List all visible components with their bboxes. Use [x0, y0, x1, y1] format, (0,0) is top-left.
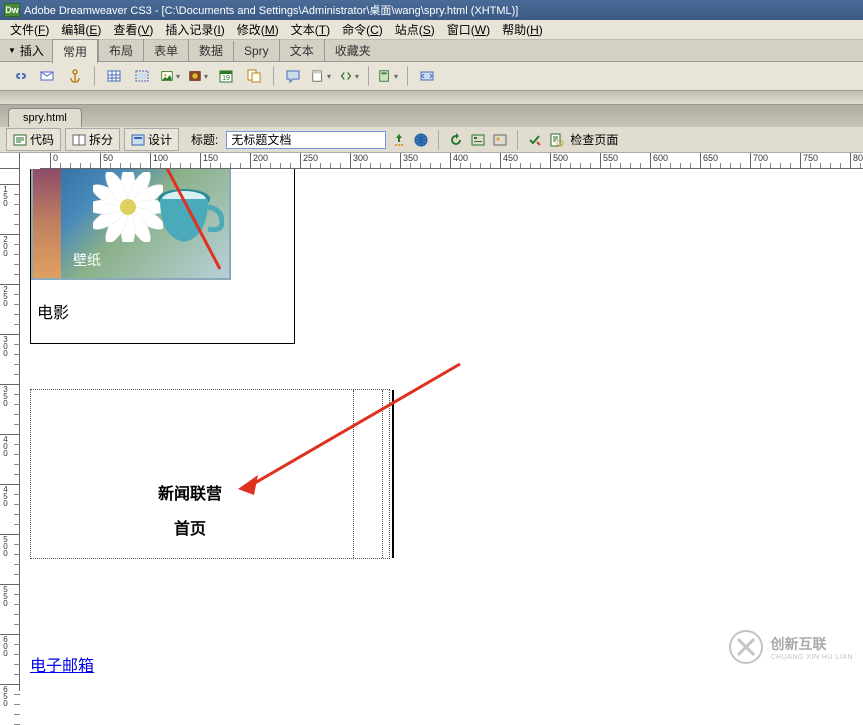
design-icon — [131, 133, 145, 147]
panel-text-link[interactable]: 首页 — [174, 515, 206, 539]
div-icon[interactable] — [131, 65, 153, 87]
document-tab[interactable]: spry.html — [8, 108, 82, 127]
menu-item-h[interactable]: 帮助(H) — [496, 21, 549, 38]
watermark: 创新互联 CHUANG XIN HU LIAN — [728, 629, 853, 665]
tag-chooser-icon[interactable] — [416, 65, 438, 87]
code-view-label: 代码 — [30, 131, 54, 148]
image-icon[interactable] — [159, 65, 181, 87]
visual-aids-icon[interactable] — [491, 131, 509, 149]
server-include-icon[interactable] — [243, 65, 265, 87]
menu-bar: 文件(F)编辑(E)查看(V)插入记录(I)修改(M)文本(T)命令(C)站点(… — [0, 20, 863, 40]
watermark-text: 创新互联 — [770, 634, 853, 654]
insert-tab-4[interactable]: Spry — [233, 41, 279, 61]
globe-icon[interactable] — [412, 131, 430, 149]
image-label: 壁纸 — [73, 250, 101, 270]
menu-item-t[interactable]: 文本(T) — [285, 21, 336, 38]
panel-text-heading[interactable]: 新闻联营 — [158, 480, 222, 504]
toolbar-separator — [517, 130, 518, 150]
insert-tab-0[interactable]: 常用 — [52, 39, 98, 64]
title-input[interactable] — [226, 131, 386, 149]
date-icon[interactable]: 19 — [215, 65, 237, 87]
validate-icon[interactable] — [526, 131, 544, 149]
code-view-button[interactable]: 代码 — [6, 128, 61, 151]
check-page-icon[interactable] — [548, 131, 566, 149]
canvas-row: 150200250300350400450500550600650 — [0, 169, 863, 691]
email-link[interactable]: 电子邮箱 — [30, 652, 94, 676]
check-page-label[interactable]: 检查页面 — [570, 131, 618, 148]
panel-edge — [392, 390, 394, 558]
title-label: 标题: — [191, 131, 218, 148]
watermark-subtext: CHUANG XIN HU LIAN — [770, 654, 853, 661]
comment-icon[interactable] — [282, 65, 304, 87]
title-text: Adobe Dreamweaver CS3 - [C:\Documents an… — [24, 2, 518, 18]
insert-tab-1[interactable]: 布局 — [98, 39, 143, 62]
menu-item-m[interactable]: 修改(M) — [231, 21, 285, 38]
insert-tabs-row: 插入 常用布局表单数据Spry文本收藏夹 — [0, 40, 863, 62]
code-icon — [13, 133, 27, 147]
watermark-logo-icon — [728, 629, 764, 665]
design-canvas[interactable]: 壁纸 电影 新闻联营 首页 电子邮箱 — [20, 169, 863, 691]
script-icon[interactable] — [338, 65, 360, 87]
menu-item-e[interactable]: 编辑(E) — [55, 21, 107, 38]
app-logo: Dw — [4, 3, 20, 17]
split-view-button[interactable]: 拆分 — [65, 128, 120, 151]
insert-tab-3[interactable]: 数据 — [188, 39, 233, 62]
insert-panel: 插入 常用布局表单数据Spry文本收藏夹 19 — [0, 40, 863, 91]
refresh-icon[interactable] — [447, 131, 465, 149]
anchor-icon[interactable] — [64, 65, 86, 87]
view-toolbar: 代码 拆分 设计 标题: 检查页面 — [0, 127, 863, 153]
menu-item-c[interactable]: 命令(C) — [336, 21, 389, 38]
icon-separator — [94, 66, 95, 86]
menu-item-i[interactable]: 插入记录(I) — [159, 21, 230, 38]
image-thumbnail[interactable]: 壁纸 — [31, 169, 231, 280]
icon-separator — [273, 66, 274, 86]
ruler-corner — [0, 153, 20, 169]
sunset-strip — [33, 169, 61, 278]
insert-toggle[interactable]: 插入 — [0, 40, 52, 61]
menu-item-w[interactable]: 窗口(W) — [441, 21, 496, 38]
cup-graphic — [154, 187, 224, 252]
insert-icons-row: 19 — [0, 62, 863, 90]
panel-divider — [382, 390, 383, 558]
icon-separator — [407, 66, 408, 86]
menu-item-v[interactable]: 查看(V) — [107, 21, 159, 38]
spacer-area — [0, 91, 863, 105]
view-options-icon[interactable] — [469, 131, 487, 149]
design-view-label: 设计 — [148, 131, 172, 148]
panel-top[interactable]: 壁纸 电影 — [30, 169, 295, 344]
design-view-button[interactable]: 设计 — [124, 128, 179, 151]
insert-tab-6[interactable]: 收藏夹 — [324, 39, 381, 62]
panel-bottom[interactable]: 新闻联营 首页 — [30, 389, 390, 559]
split-icon — [72, 133, 86, 147]
horizontal-ruler: 0501001502002503003504004505005506006507… — [40, 153, 863, 169]
document-tabs: spry.html — [0, 105, 863, 127]
head-icon[interactable] — [310, 65, 332, 87]
upload-icon[interactable] — [390, 131, 408, 149]
flower-graphic — [93, 172, 163, 242]
vertical-ruler: 150200250300350400450500550600650 — [0, 169, 20, 691]
menu-item-f[interactable]: 文件(F) — [4, 21, 55, 38]
split-view-label: 拆分 — [89, 131, 113, 148]
toolbar-separator — [438, 130, 439, 150]
panel-top-text[interactable]: 电影 — [37, 299, 69, 323]
svg-text:19: 19 — [222, 75, 230, 82]
email-link-icon[interactable] — [36, 65, 58, 87]
insert-tab-2[interactable]: 表单 — [143, 39, 188, 62]
table-icon[interactable] — [103, 65, 125, 87]
title-bar: Dw Adobe Dreamweaver CS3 - [C:\Documents… — [0, 0, 863, 20]
menu-item-s[interactable]: 站点(S) — [389, 21, 441, 38]
template-icon[interactable] — [377, 65, 399, 87]
media-icon[interactable] — [187, 65, 209, 87]
hyperlink-icon[interactable] — [8, 65, 30, 87]
icon-separator — [368, 66, 369, 86]
panel-divider — [353, 390, 354, 558]
insert-toggle-label: 插入 — [20, 42, 44, 59]
insert-tab-5[interactable]: 文本 — [279, 39, 324, 62]
